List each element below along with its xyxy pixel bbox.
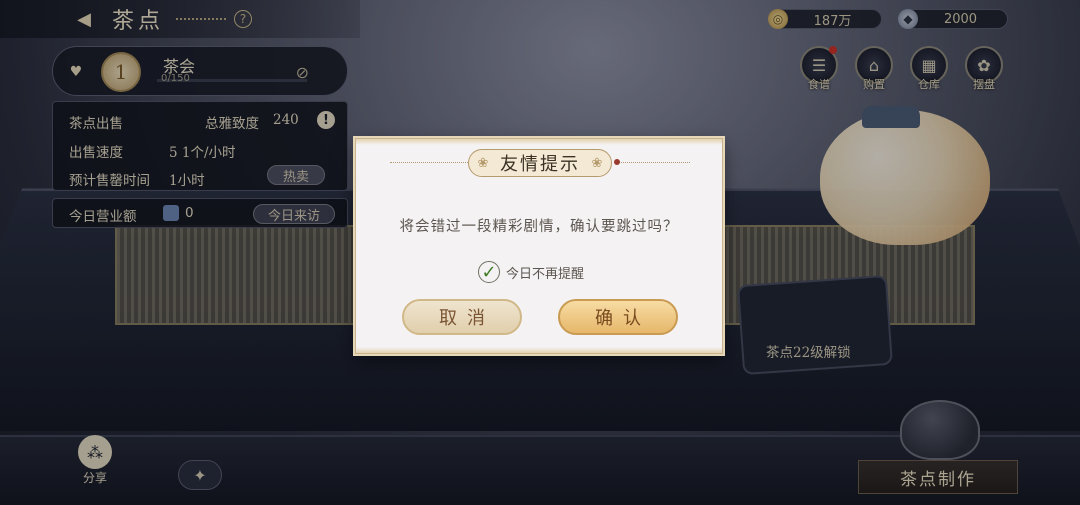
ornament-icon: ❀: [477, 155, 489, 171]
title-divider-right: [618, 162, 690, 163]
checkbox-label: 今日不再提醒: [506, 266, 585, 282]
ornament-icon: ❀: [591, 155, 603, 171]
friendly-reminder-dialog: 友情提示 ❀ ❀ 将会错过一段精彩剧情，确认要跳过吗？ ✓ 今日不再提醒 取消 …: [355, 138, 723, 354]
cancel-button[interactable]: 取消: [402, 299, 522, 335]
dialog-message: 将会错过一段精彩剧情，确认要跳过吗？: [399, 219, 679, 235]
divider-dot: [614, 159, 620, 165]
confirm-button[interactable]: 确认: [558, 299, 678, 335]
dont-remind-checkbox[interactable]: ✓ 今日不再提醒: [478, 261, 584, 283]
dialog-title: 友情提示: [500, 154, 580, 175]
checkmark-icon[interactable]: ✓: [478, 261, 500, 283]
